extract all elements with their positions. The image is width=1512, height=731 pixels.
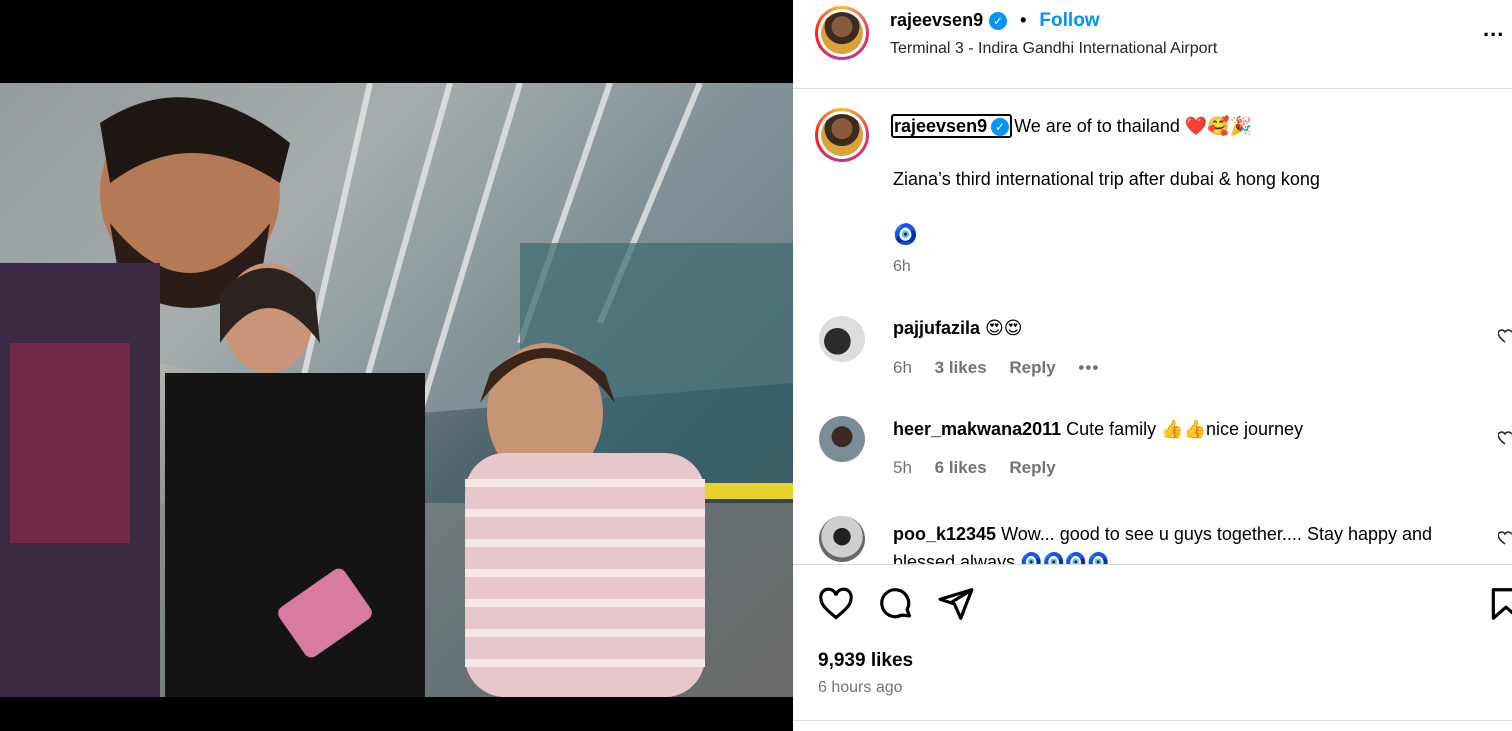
comment-like-heart-icon[interactable] (1498, 328, 1512, 344)
caption-text-3: 🧿 (893, 224, 918, 246)
comment-icon[interactable] (877, 585, 915, 623)
verified-icon: ✓ (989, 12, 1008, 31)
comment-reply-button[interactable]: Reply (1009, 458, 1055, 477)
author-username[interactable]: rajeevsen9 (890, 10, 983, 30)
comment-likes[interactable]: 3 likes (935, 358, 987, 377)
actions-divider (793, 564, 1512, 565)
share-icon[interactable] (937, 585, 975, 623)
caption-text-2: Ziana’s third international trip after d… (893, 169, 1320, 189)
comment-time[interactable]: 5h (893, 458, 912, 477)
post-header: rajeevsen9 ✓ • Follow (890, 10, 1100, 32)
more-options-icon[interactable]: ... (1483, 16, 1504, 42)
post-details-panel: rajeevsen9 ✓ • Follow Terminal 3 - Indira… (793, 0, 1512, 731)
caption-username-box[interactable]: rajeevsen9 ✓ (891, 114, 1013, 138)
separator-dot: • (1020, 10, 1027, 30)
like-heart-icon[interactable] (817, 585, 855, 623)
caption-text-1: We are of to thailand ❤️🥰🎉 (1014, 116, 1253, 136)
comment-like-heart-icon[interactable] (1498, 430, 1512, 446)
comment-text: 😍😍 (985, 318, 1023, 338)
comment-content: heer_makwana2011 Cute family 👍👍nice jour… (893, 419, 1303, 440)
comment-username[interactable]: poo_k12345 (893, 524, 996, 544)
comment-username[interactable]: heer_makwana2011 (893, 419, 1061, 439)
comment-reply-button[interactable]: Reply (1009, 358, 1055, 377)
author-avatar[interactable] (815, 6, 869, 60)
post-location[interactable]: Terminal 3 - Indira Gandhi International… (890, 40, 1217, 58)
comment-likes[interactable]: 6 likes (935, 458, 987, 477)
likes-count[interactable]: 9,939 likes (818, 650, 913, 672)
comment-avatar[interactable] (819, 316, 865, 362)
comment-item: poo_k12345 Wow... good to see u guys tog… (793, 514, 1512, 564)
comment-content: poo_k12345 Wow... good to see u guys tog… (893, 520, 1483, 564)
post-timestamp[interactable]: 6 hours ago (818, 679, 903, 697)
photo-illustration (0, 83, 793, 697)
caption-username[interactable]: rajeevsen9 (894, 116, 987, 136)
header-divider (793, 88, 1512, 89)
caption-line1: rajeevsen9 ✓ We are of to thailand ❤️🥰🎉 (891, 113, 1252, 139)
comment-meta: 6h 3 likes Reply ••• (893, 358, 1117, 378)
comment-like-heart-icon[interactable] (1498, 530, 1512, 546)
caption-author-avatar[interactable] (815, 108, 869, 162)
comment-content: pajjufazila 😍😍 (893, 318, 1023, 339)
post-photo (0, 83, 793, 697)
comment-avatar[interactable] (819, 516, 865, 562)
comment-text: Cute family 👍👍nice journey (1066, 419, 1304, 439)
verified-icon: ✓ (991, 118, 1010, 137)
post-media (0, 0, 793, 731)
comment-more-icon[interactable]: ••• (1078, 358, 1099, 377)
caption-time[interactable]: 6h (893, 258, 911, 276)
bookmark-icon[interactable] (1487, 585, 1512, 623)
follow-button[interactable]: Follow (1039, 10, 1099, 31)
comment-meta: 5h 6 likes Reply (893, 458, 1074, 478)
comment-avatar[interactable] (819, 416, 865, 462)
comment-username[interactable]: pajjufazila (893, 318, 980, 338)
bottom-divider (793, 720, 1512, 721)
comment-time[interactable]: 6h (893, 358, 912, 377)
